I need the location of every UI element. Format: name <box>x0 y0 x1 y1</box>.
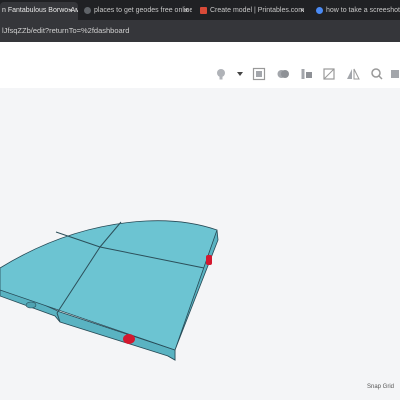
handle-marker[interactable] <box>206 255 212 265</box>
align-icon[interactable] <box>300 67 314 81</box>
tab-tinkercad[interactable]: n Fantabulous Borwo-Ам × <box>0 2 78 20</box>
lightbulb-icon[interactable] <box>214 67 228 81</box>
flip-icon[interactable] <box>346 67 360 81</box>
app-header <box>0 42 400 63</box>
snap-grid-label[interactable]: Snap Grid <box>367 384 394 390</box>
shape-hole <box>25 301 37 309</box>
toolbar-extra-icon[interactable] <box>390 67 400 81</box>
browser-tab-bar: n Fantabulous Borwo-Ам × places to get g… <box>0 0 400 20</box>
tab-title: n Fantabulous Borwo-Ам <box>2 7 78 14</box>
tab-title: places to get geodes free online ! <box>94 7 192 14</box>
tab-title: Create model | Printables.com <box>210 7 305 14</box>
address-bar: lJfsqZZb/edit?returnTo=%2fdashboard <box>0 20 400 42</box>
dropdown-icon[interactable] <box>233 67 247 81</box>
ruler-icon[interactable] <box>370 67 384 81</box>
handle-marker[interactable] <box>123 334 135 344</box>
tab-close-icon[interactable]: × <box>184 2 189 20</box>
search-icon <box>84 7 91 14</box>
tab-printables[interactable]: Create model | Printables.com × <box>196 2 308 20</box>
search-icon <box>316 7 323 14</box>
tab-screenshot-search[interactable]: how to take a screeshot - Se <box>312 2 400 20</box>
printables-icon <box>200 7 207 14</box>
mirror-icon[interactable] <box>322 67 336 81</box>
tab-close-icon[interactable]: × <box>300 2 305 20</box>
group-icon[interactable] <box>252 67 266 81</box>
tab-geodes-search[interactable]: places to get geodes free online ! × <box>80 2 192 20</box>
editor-toolbar <box>0 62 400 88</box>
tab-title: how to take a screeshot - Se <box>326 7 400 14</box>
tab-close-icon[interactable]: × <box>68 2 73 20</box>
shapes-icon[interactable] <box>276 67 290 81</box>
url-field[interactable]: lJfsqZZb/edit?returnTo=%2fdashboard <box>0 23 400 39</box>
quarter-circle-shape[interactable] <box>0 88 400 400</box>
workplane-canvas[interactable]: Snap Grid <box>0 88 400 400</box>
